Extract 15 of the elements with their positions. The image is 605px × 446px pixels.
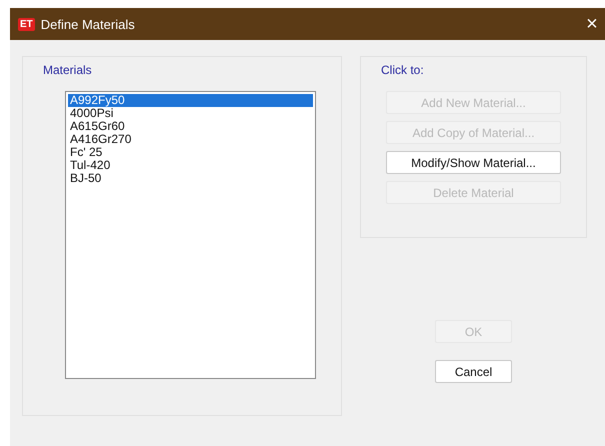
list-item[interactable]: A615Gr60 <box>68 120 313 133</box>
group-label: Click to: <box>381 63 424 77</box>
app-logo: ET <box>18 18 35 30</box>
dialog-button[interactable]: Cancel <box>435 360 512 383</box>
list-item[interactable]: BJ-50 <box>68 172 313 185</box>
list-item[interactable]: A416Gr270 <box>68 133 313 146</box>
list-item[interactable]: 4000Psi <box>68 107 313 120</box>
list-item[interactable]: Tul-420 <box>68 159 313 172</box>
action-button[interactable]: Modify/Show Material... <box>386 151 561 174</box>
window-title: Define Materials <box>40 16 136 32</box>
close-button[interactable]: × <box>579 12 605 36</box>
list-item[interactable]: Fc' 25 <box>68 146 313 159</box>
group-label: Materials <box>43 63 92 77</box>
materials-list[interactable]: A992Fy50 4000Psi A615Gr60 A416Gr270 Fc' 25 Tul-420 BJ-50 <box>65 91 316 379</box>
list-item[interactable]: A992Fy50 <box>68 94 313 107</box>
